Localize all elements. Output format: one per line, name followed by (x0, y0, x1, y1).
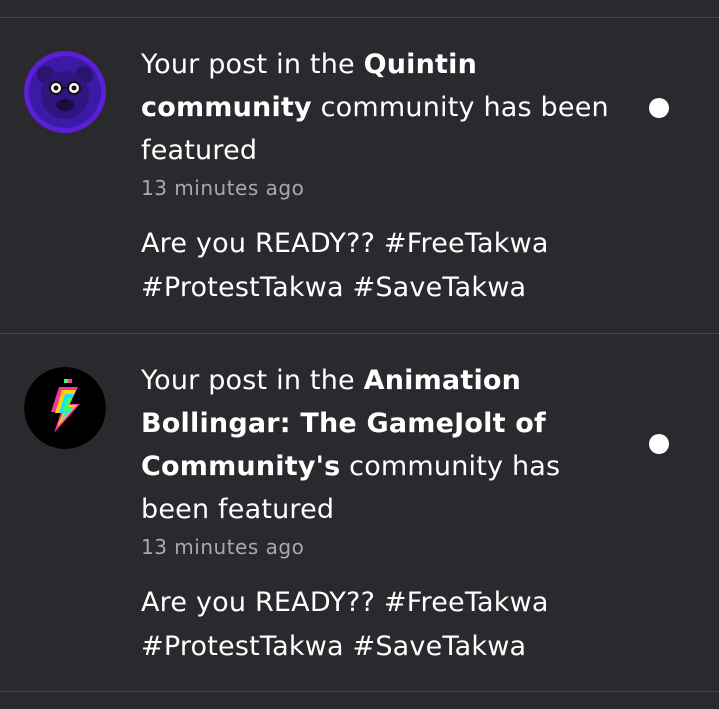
notification-item[interactable]: Your post in the Quintin community commu… (0, 18, 719, 332)
post-preview-text[interactable]: Are you READY?? #FreeTakwa #ProtestTakwa… (141, 222, 621, 310)
headline-prefix: Your post in the (141, 365, 364, 396)
notification-timestamp: 13 minutes ago (141, 176, 305, 200)
notification-headline: Your post in the Quintin community commu… (141, 43, 621, 172)
post-preview-text[interactable]: Are you READY?? #FreeTakwa #ProtestTakwa… (141, 581, 621, 669)
notification-timestamp: 13 minutes ago (141, 535, 305, 559)
headline-prefix: Your post in the (141, 49, 364, 80)
gamejolt-lightning-icon (24, 367, 106, 449)
notification-content: Your post in the Quintin community commu… (141, 43, 621, 310)
divider-bottom (0, 691, 719, 692)
notification-headline: Your post in the Animation Bollingar: Th… (141, 359, 621, 531)
unread-dot-icon (649, 434, 669, 454)
unread-dot-icon (649, 98, 669, 118)
avatar[interactable] (24, 51, 106, 133)
notification-content: Your post in the Animation Bollingar: Th… (141, 359, 621, 669)
notification-item[interactable]: Your post in the Animation Bollingar: Th… (0, 334, 719, 690)
community-avatar-icon (24, 51, 106, 133)
avatar[interactable] (24, 367, 106, 449)
